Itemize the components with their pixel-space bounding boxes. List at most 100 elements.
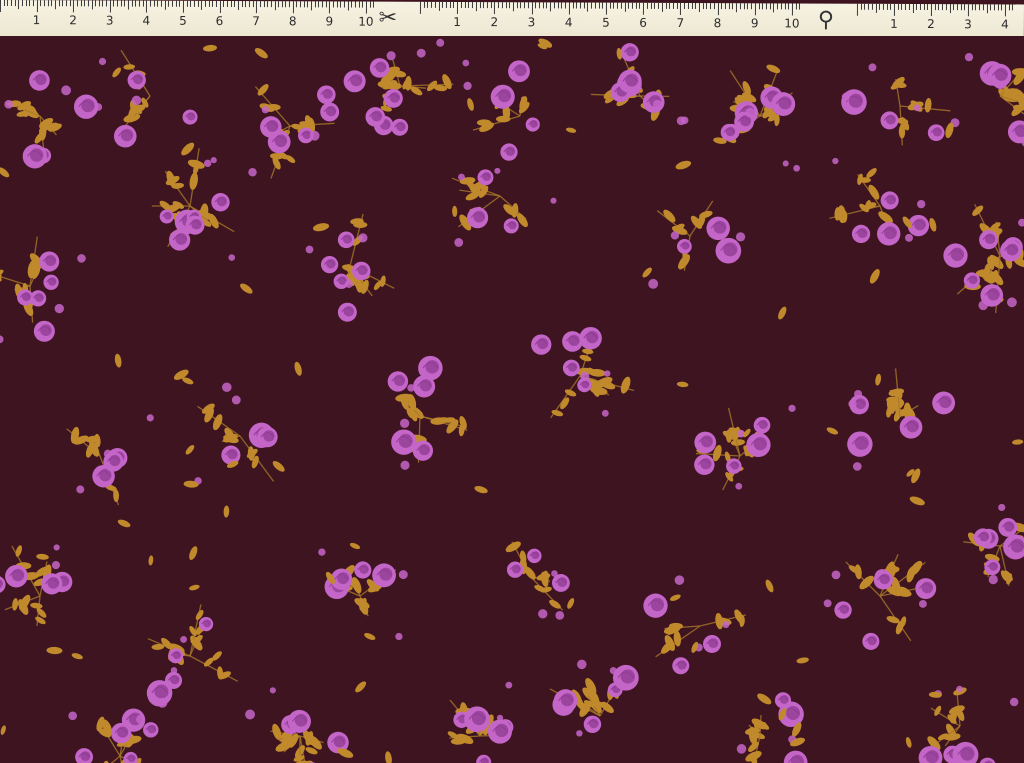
tape-tick xyxy=(245,1,247,8)
rose-bud xyxy=(868,63,877,72)
tape-tick xyxy=(329,1,331,14)
tape-tick xyxy=(179,0,181,7)
tape-tick xyxy=(215,0,217,7)
tape-tick xyxy=(713,3,715,10)
tape-tick xyxy=(1004,4,1006,17)
tape-tick xyxy=(150,0,152,7)
rose-bud xyxy=(436,38,445,47)
scissors-icon: ✂ xyxy=(378,5,398,31)
tape-tick xyxy=(43,0,45,7)
tape-tick xyxy=(223,0,225,7)
tape-tick xyxy=(964,4,966,11)
tape-number: 5 xyxy=(602,15,610,30)
tape-tick xyxy=(628,2,630,9)
tape-tick xyxy=(687,3,689,10)
tape-tick xyxy=(886,3,888,10)
tape-tick xyxy=(95,0,97,7)
tape-tick xyxy=(65,0,67,7)
tape-number: 4 xyxy=(1001,17,1009,32)
tape-tick xyxy=(650,2,652,9)
rose-bud xyxy=(261,106,270,114)
rose-bud xyxy=(648,278,659,289)
tape-tick xyxy=(557,2,559,9)
tape-number: 5 xyxy=(179,13,187,28)
tape-tick xyxy=(73,0,75,13)
tape-tick xyxy=(131,0,133,7)
tape-tick xyxy=(54,0,56,10)
rose-bud xyxy=(998,503,1006,512)
rose-bud xyxy=(454,238,464,247)
tape-tick xyxy=(754,3,756,16)
tape-tick xyxy=(661,2,663,12)
tape-number: 1 xyxy=(453,14,461,30)
tape-tick xyxy=(373,1,375,8)
rose-bud xyxy=(222,382,232,393)
tape-tick xyxy=(351,1,353,8)
tape-tick xyxy=(997,4,999,11)
tape-number: 2 xyxy=(927,17,935,32)
tape-tick xyxy=(354,1,357,8)
tape-tick xyxy=(923,4,925,11)
tape-tick xyxy=(18,0,20,10)
tape-tick xyxy=(724,3,727,10)
tape-tick xyxy=(669,2,671,9)
tape-tick xyxy=(307,1,309,8)
tape-tick xyxy=(21,0,23,7)
rose-bud xyxy=(386,51,396,61)
tape-tick xyxy=(568,2,570,15)
rose-bud xyxy=(988,574,998,585)
tape-tick xyxy=(51,0,53,7)
tape-tick xyxy=(893,3,895,16)
tape-tick xyxy=(486,2,488,9)
tape-tick xyxy=(982,4,984,11)
tape-tick xyxy=(292,1,294,14)
tape-tick xyxy=(472,2,474,9)
rose-bud xyxy=(395,632,403,641)
rose-bud xyxy=(918,599,927,608)
rose-bud xyxy=(180,635,188,643)
tape-tick xyxy=(164,0,166,10)
rose-bud xyxy=(831,570,841,580)
tape-tick xyxy=(285,1,287,8)
tape-tick xyxy=(468,2,470,9)
tape-tick xyxy=(949,4,951,14)
tape-number: 10 xyxy=(784,16,800,31)
rose-bud xyxy=(722,621,730,629)
tape-number: 4 xyxy=(564,15,573,30)
tape-tick xyxy=(494,2,496,15)
tape-tick xyxy=(919,4,921,11)
tape-tick xyxy=(204,0,206,7)
rose-bud xyxy=(905,233,913,242)
tape-tick xyxy=(527,2,529,9)
rose-bud xyxy=(54,303,64,314)
tape-tick xyxy=(890,3,892,10)
tape-tick xyxy=(631,2,634,9)
tape-tick xyxy=(259,1,261,8)
rose-bud xyxy=(964,52,974,62)
tape-tick xyxy=(40,0,42,7)
rose-bud xyxy=(852,462,862,471)
tape-tick xyxy=(550,2,552,12)
tape-tick xyxy=(498,2,500,9)
tape-tick xyxy=(665,2,667,9)
tape-tick xyxy=(237,1,239,11)
tape-tick xyxy=(930,4,932,17)
tape-tick xyxy=(168,0,170,7)
tape-tick xyxy=(594,2,596,9)
rose-bud xyxy=(580,371,590,382)
tape-tick xyxy=(758,3,760,10)
tape-tick xyxy=(7,0,9,7)
tape-tick xyxy=(710,3,712,10)
tape-tick xyxy=(520,2,522,9)
rose-bud xyxy=(407,384,415,392)
rose-bud xyxy=(77,254,86,263)
tape-tick xyxy=(336,1,338,8)
tape-tick xyxy=(535,2,537,9)
tape-tick xyxy=(146,0,148,13)
tape-tick xyxy=(912,3,914,13)
tape-tick xyxy=(124,0,126,7)
tape-tick xyxy=(747,3,749,10)
tape-tick xyxy=(960,4,962,11)
rose-bud xyxy=(782,160,789,167)
tape-tick xyxy=(956,4,958,11)
